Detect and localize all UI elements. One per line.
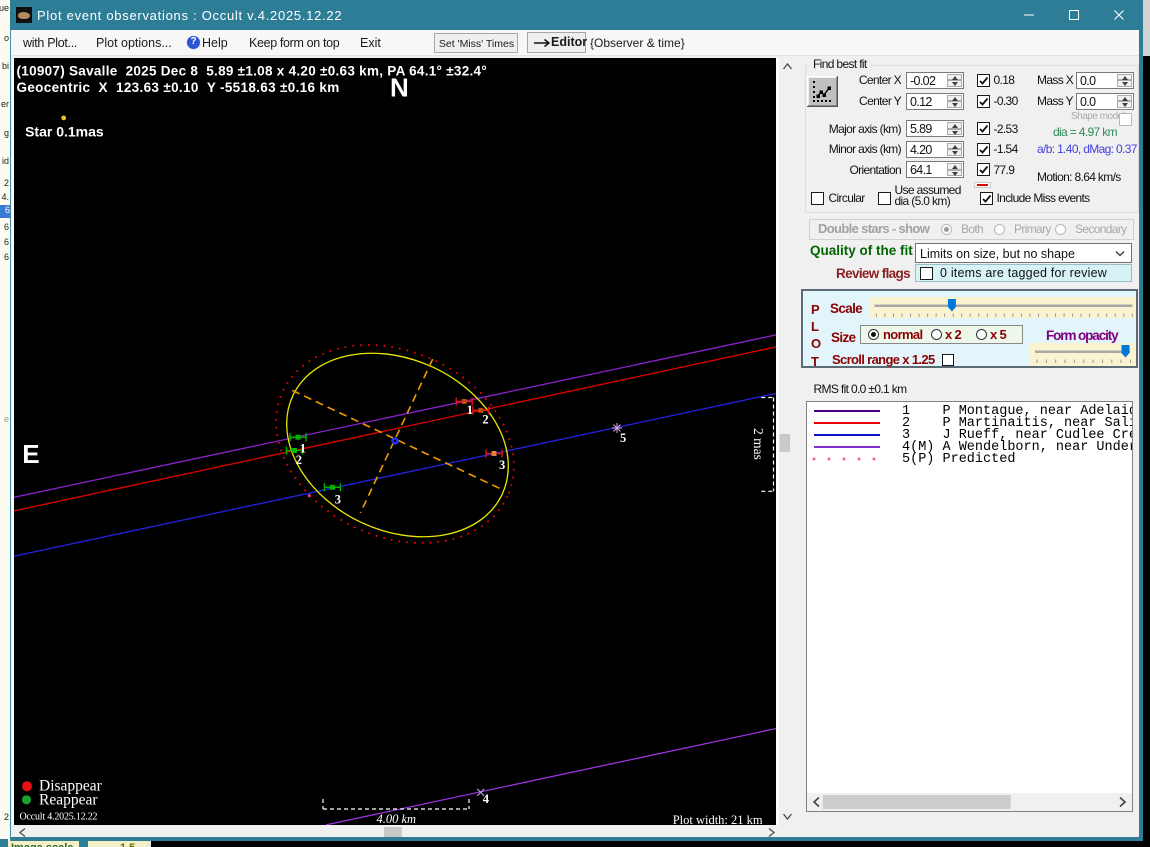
- svg-text:2: 2: [296, 453, 302, 467]
- svg-text:2: 2: [482, 412, 488, 426]
- svg-text:3: 3: [499, 458, 505, 472]
- svg-text:Star 0.1mas: Star 0.1mas: [25, 123, 104, 139]
- svg-text:4: 4: [483, 792, 490, 806]
- svg-text:E: E: [22, 439, 39, 469]
- svg-text:Reappear: Reappear: [39, 792, 98, 809]
- svg-text:Plot width: 21 km: Plot width: 21 km: [673, 813, 763, 825]
- svg-text:N: N: [390, 73, 409, 103]
- svg-text:4.00 km: 4.00 km: [377, 812, 417, 825]
- svg-text:2 mas: 2 mas: [751, 428, 766, 460]
- svg-text:(10907) Savalle 2025 Dec 8 5: (10907) Savalle 2025 Dec 8 5.89 ±1.08 x …: [17, 64, 488, 79]
- svg-text:3: 3: [335, 493, 341, 507]
- svg-text:Occult 4.2025.12.22: Occult 4.2025.12.22: [20, 812, 98, 823]
- svg-text:1: 1: [467, 403, 473, 417]
- svg-text:Geocentric X 123.63 ±0.10 Y: Geocentric X 123.63 ±0.10 Y -5518.63 ±0.…: [17, 80, 340, 95]
- svg-text:5: 5: [620, 431, 626, 445]
